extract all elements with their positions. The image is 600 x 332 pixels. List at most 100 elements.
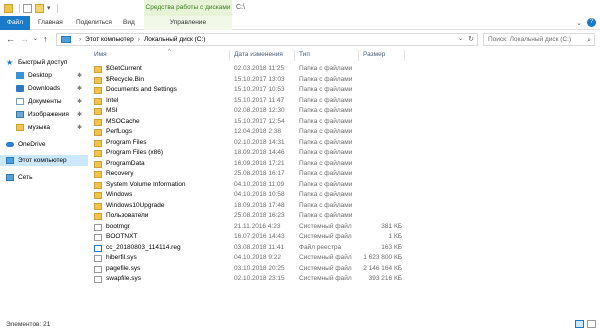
file-row[interactable]: $GetCurrent 02.03.2018 11:25 Папка с файла… [88, 64, 600, 75]
pin-icon[interactable]: ✱ [77, 85, 82, 92]
new-folder-icon[interactable] [35, 3, 44, 13]
pin-icon[interactable]: ✱ [77, 111, 82, 118]
back-button[interactable]: ← [6, 33, 15, 45]
file-icon [94, 265, 102, 273]
file-row[interactable]: Program Files (x86) 18.09.2018 14:46 Папка… [88, 148, 600, 159]
column-divider[interactable] [404, 50, 405, 61]
chevron-right-icon[interactable]: › [138, 36, 140, 43]
column-header-date[interactable]: Дата изменения [234, 48, 283, 62]
column-divider[interactable] [229, 50, 230, 61]
file-row[interactable]: PerfLogs 12.04.2018 2:38 Папка с файлами [88, 127, 600, 138]
file-row[interactable]: bootmgr 21.11.2016 4:23 Системный файл 381 … [88, 222, 600, 233]
tab-manage[interactable]: Управление [144, 16, 232, 30]
chevron-right-icon[interactable]: › [79, 36, 81, 43]
navigation-pane: ★ Быстрый доступ Desktop ✱ Downloads ✱ Д… [0, 48, 88, 318]
file-row[interactable]: MSI 02.08.2018 12:30 Папка с файлами [88, 106, 600, 117]
folder-icon [94, 213, 102, 220]
nav-label: музыка [28, 124, 51, 131]
status-item-count: Элементов: 21 [6, 321, 51, 328]
file-row[interactable]: Intel 15.10.2017 11:47 Папка с файлами [88, 96, 600, 107]
address-bar[interactable]: › Этот компьютер › Локальный диск (C:) ⌄… [56, 33, 478, 46]
file-row[interactable]: pagefile.sys 03.10.2018 20:25 Системный фа… [88, 264, 600, 275]
file-row[interactable]: Program Files 02.10.2018 14:31 Папка с фай… [88, 138, 600, 149]
tab-share[interactable]: Поделиться [76, 16, 112, 30]
details-view-icon[interactable] [575, 320, 584, 328]
file-row[interactable]: $Recycle.Bin 15.10.2017 13:03 Папка с файл… [88, 75, 600, 86]
file-name: Windows [106, 191, 133, 198]
computer-icon [6, 157, 14, 164]
breadcrumb-this-pc[interactable]: Этот компьютер [85, 36, 134, 43]
column-divider[interactable] [358, 50, 359, 61]
nav-item-documents[interactable]: Документы ✱ [0, 96, 88, 107]
pin-icon[interactable]: ✱ [77, 98, 82, 105]
column-divider[interactable] [294, 50, 295, 61]
file-row[interactable]: MSOCache 15.10.2017 12:54 Папка с файлами [88, 117, 600, 128]
tab-home[interactable]: Главная [38, 16, 63, 30]
folder-icon [94, 108, 102, 115]
large-icons-view-icon[interactable] [587, 320, 596, 328]
documents-icon [16, 98, 24, 105]
file-name: $GetCurrent [106, 65, 142, 72]
file-row[interactable]: cc_20180803_114114.reg 03.08.2018 11:41 Фа… [88, 243, 600, 254]
recent-locations-button[interactable]: ⌄ [33, 33, 38, 45]
file-type: Папка с файлами [299, 201, 353, 209]
file-date: 03.08.2018 11:41 [234, 243, 285, 251]
chevron-down-icon[interactable]: ⌄ [458, 35, 463, 42]
folder-icon [94, 66, 102, 73]
file-row[interactable]: hiberfil.sys 04.10.2018 9:22 Системный фай… [88, 253, 600, 264]
tab-file[interactable]: Файл [0, 16, 30, 30]
file-row[interactable]: System Volume Information 04.10.2018 11:0… [88, 180, 600, 191]
nav-item-this-pc[interactable]: Этот компьютер [0, 155, 88, 166]
file-name: MSI [106, 107, 118, 114]
file-row[interactable]: Documents and Settings 15.10.2017 10:53 Па… [88, 85, 600, 96]
column-header-size[interactable]: Размер [363, 48, 385, 62]
help-icon[interactable]: ? [587, 18, 596, 27]
file-row[interactable]: BOOTNXT 16.07.2016 14:43 Системный файл 1 К… [88, 232, 600, 243]
nav-item-downloads[interactable]: Downloads ✱ [0, 83, 88, 94]
file-row[interactable]: Windows 04.10.2018 10:58 Папка с файлами [88, 190, 600, 201]
search-icon[interactable]: ⌕ [587, 35, 591, 46]
nav-item-onedrive[interactable]: OneDrive [0, 139, 88, 150]
nav-label: Сеть [18, 174, 33, 181]
file-row[interactable]: ProgramData 16.09.2018 17:21 Папка с файла… [88, 159, 600, 170]
refresh-icon[interactable]: ↻ [468, 35, 474, 43]
pictures-icon [16, 111, 24, 118]
file-row[interactable]: Пользователи 25.08.2018 16:23 Папка с файл… [88, 211, 600, 222]
file-name: Intel [106, 96, 119, 104]
folder-icon [94, 139, 102, 147]
pin-icon[interactable]: ✱ [77, 124, 82, 131]
file-date: 02.10.2018 14:31 [234, 138, 285, 146]
file-name: Program Files [106, 138, 147, 146]
nav-item-music[interactable]: музыка ✱ [0, 122, 88, 133]
file-name: pagefile.sys [106, 264, 141, 272]
file-date: 21.11.2016 4:23 [234, 222, 281, 230]
pin-icon[interactable]: ✱ [77, 72, 82, 79]
column-header-type[interactable]: Тип [299, 48, 310, 62]
expand-ribbon-icon[interactable]: ⌄ [576, 19, 582, 27]
network-icon [6, 174, 14, 181]
nav-label: Документы [28, 98, 62, 105]
nav-item-network[interactable]: Сеть [0, 172, 88, 183]
folder-icon [94, 118, 102, 126]
file-size: 163 КБ [381, 243, 402, 251]
properties-icon[interactable] [23, 3, 32, 13]
breadcrumb-local-disk[interactable]: Локальный диск (C:) [144, 36, 206, 43]
file-row[interactable]: Windows10Upgrade 18.09.2018 17:48 Папка с … [88, 201, 600, 212]
folder-icon [94, 87, 102, 94]
file-row[interactable]: swapfile.sys 02.10.2018 23:15 Системный фа… [88, 274, 600, 285]
search-input[interactable]: Поиск: Локальный диск (C:) ⌕ [483, 33, 595, 46]
customize-toolbar-icon[interactable]: ▾ [47, 4, 51, 12]
forward-button[interactable]: → [20, 33, 29, 45]
file-row[interactable]: Recovery 25.08.2018 16:17 Папка с файлами [88, 169, 600, 180]
column-header-name[interactable]: Имя ^ [94, 48, 171, 62]
up-button[interactable]: ↑ [43, 33, 48, 45]
nav-item-pictures[interactable]: Изображения ✱ [0, 109, 88, 120]
search-placeholder: Поиск: Локальный диск (C:) [488, 36, 572, 43]
nav-item-desktop[interactable]: Desktop ✱ [0, 70, 88, 81]
nav-quick-access[interactable]: ★ Быстрый доступ [6, 57, 88, 68]
tab-view[interactable]: Вид [123, 16, 135, 30]
file-date: 02.03.2018 11:25 [234, 65, 285, 72]
file-date: 25.08.2018 16:17 [234, 170, 285, 177]
file-type: Системный файл [299, 264, 352, 272]
file-type: Папка с файлами [299, 159, 353, 167]
